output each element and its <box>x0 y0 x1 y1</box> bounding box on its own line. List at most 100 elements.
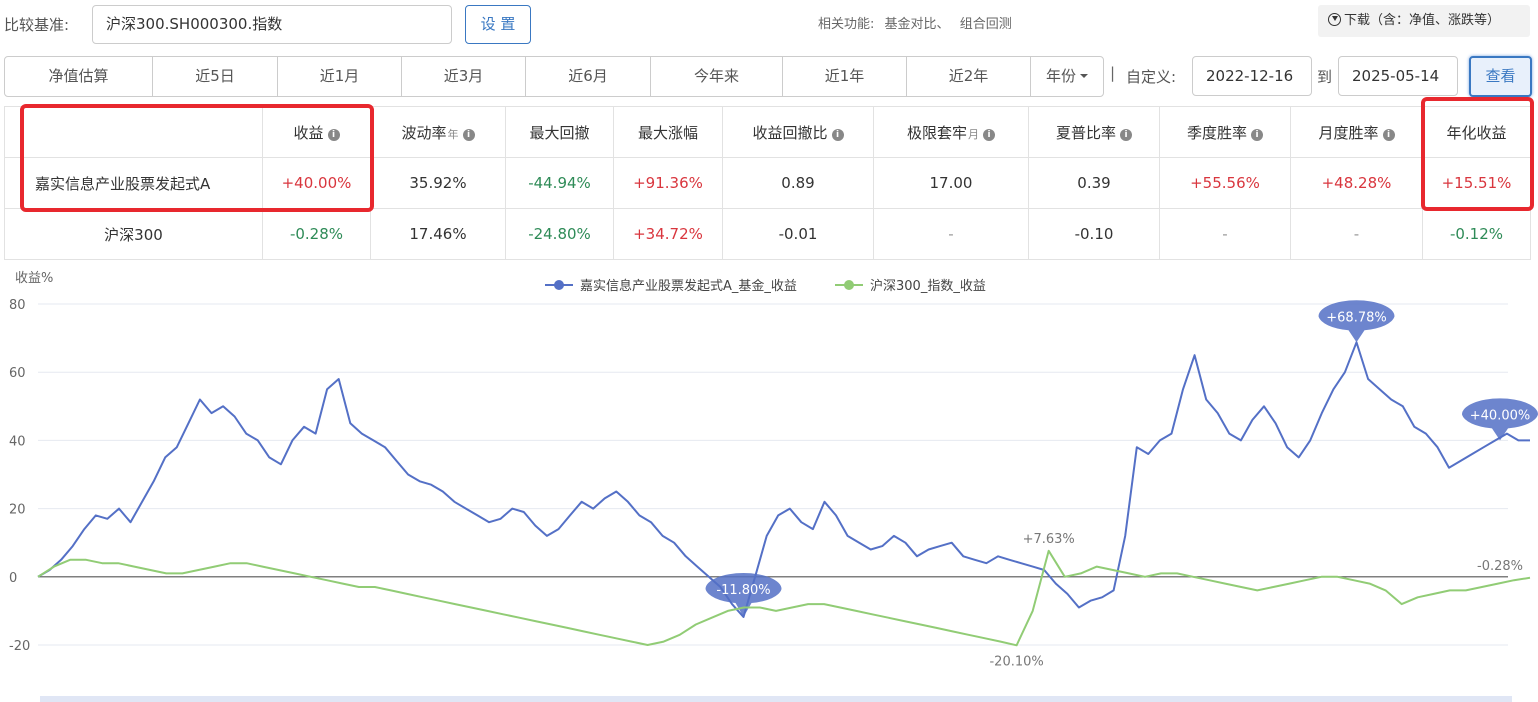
tab-5-days[interactable]: 近5日 <box>153 57 278 96</box>
period-tabs: 净值估算 近5日 近1月 近3月 近6月 今年来 近1年 近2年 年份 <box>4 56 1104 97</box>
stats-header-label: 年化收益 <box>1446 123 1507 142</box>
stats-cell: 17.46% <box>370 208 506 260</box>
stats-corner-cell <box>4 106 263 158</box>
stats-header-label: 季度胜率 <box>1186 123 1247 142</box>
stats-cell: - <box>873 208 1029 260</box>
info-icon[interactable]: i <box>983 128 995 141</box>
info-icon[interactable]: i <box>327 128 340 141</box>
stats-header-label: 收益 <box>293 123 324 142</box>
stats-cell: 0.89 <box>722 157 874 209</box>
marker-label: +40.00% <box>1470 408 1530 423</box>
stats-header-row: 收益 i 波动率年 i 最大回撤 最大涨幅 收益回撤比 i 极限套牢月 i 夏普比率 i 季度胜率 i 月度… <box>4 106 1531 158</box>
tab-1-year[interactable]: 近1年 <box>783 57 907 96</box>
stats-cell: +91.36% <box>613 157 723 209</box>
stats-header-6: 夏普比率 i <box>1028 106 1160 158</box>
stats-header-1: 波动率年 i <box>370 106 506 158</box>
stats-header-label: 最大回撤 <box>529 123 590 142</box>
stats-cell: 35.92% <box>370 157 506 209</box>
y-tick-label: 40 <box>9 434 26 449</box>
stats-cell: - <box>1290 208 1423 260</box>
stats-header-0: 收益 i <box>262 106 371 158</box>
stats-cell: +55.56% <box>1159 157 1291 209</box>
stats-header-unit: 月 <box>968 127 979 141</box>
stats-cell: -0.10 <box>1028 208 1160 260</box>
marker-label: +68.78% <box>1326 310 1386 325</box>
benchmark-input[interactable]: 沪深300.SH000300.指数 <box>92 5 452 44</box>
stats-header-2: 最大回撤 <box>505 106 614 158</box>
set-button[interactable]: 设 置 <box>465 5 531 44</box>
stats-row-fund: 嘉实信息产业股票发起式A +40.00% 35.92% -44.94% +91.36%… <box>4 157 1531 209</box>
tab-3-months[interactable]: 近3月 <box>402 57 526 96</box>
marker-label: -20.10% <box>989 654 1043 669</box>
stats-cell: +48.28% <box>1290 157 1423 209</box>
stats-header-label: 收益回撤比 <box>752 123 828 142</box>
stats-cell: 0.39 <box>1028 157 1160 209</box>
tab-1-month[interactable]: 近1月 <box>278 57 402 96</box>
stats-header-unit: 年 <box>447 127 459 141</box>
stats-cell: -0.12% <box>1422 208 1531 260</box>
info-icon[interactable]: i <box>1120 128 1132 141</box>
stats-header-label: 波动率 <box>401 123 447 142</box>
stats-header-8: 月度胜率 i <box>1290 106 1423 158</box>
stats-cell: -44.94% <box>505 157 614 209</box>
download-label: 下载（含：净值、涨跌等） <box>1344 13 1501 28</box>
stats-header-4: 收益回撤比 i <box>722 106 874 158</box>
download-button[interactable]: 下载（含：净值、涨跌等） <box>1318 5 1530 37</box>
return-chart: 收益% -20 0 20 40 60 80 嘉实信息产业股票发起式A_基金_收益 沪深300_指… <box>0 262 1538 702</box>
end-date-input[interactable]: 2025-05-14 <box>1338 56 1458 96</box>
to-label: 到 <box>1317 68 1333 86</box>
stats-cell: 17.00 <box>873 157 1029 209</box>
download-icon <box>1328 13 1341 26</box>
caret-down-icon <box>1080 74 1088 78</box>
separator: | <box>1110 64 1116 82</box>
stats-cell: -0.28% <box>262 208 371 260</box>
stats-cell: -24.80% <box>505 208 614 260</box>
stats-header-7: 季度胜率 i <box>1159 106 1291 158</box>
y-tick-label: 0 <box>9 571 17 586</box>
stats-header-label: 月度胜率 <box>1318 123 1379 142</box>
legend-label: 嘉实信息产业股票发起式A_基金_收益 <box>580 278 797 294</box>
y-tick-label: 20 <box>9 503 26 518</box>
link-fund-compare[interactable]: 基金对比、 <box>885 17 950 32</box>
stats-row-index: 沪深300 -0.28% 17.46% -24.80% +34.72% -0.01- -0… <box>4 208 1531 260</box>
tab-6-months[interactable]: 近6月 <box>526 57 651 96</box>
stats-header-label: 极限套牢 <box>906 123 967 142</box>
marker-label: -11.80% <box>716 583 770 598</box>
info-icon[interactable]: i <box>1251 128 1263 141</box>
view-button[interactable]: 查看 <box>1469 56 1532 97</box>
marker-label: +7.63% <box>1023 532 1075 547</box>
stats-cell: +15.51% <box>1422 157 1531 209</box>
related-label: 相关功能: <box>818 17 875 32</box>
info-icon[interactable]: i <box>462 128 475 141</box>
stats-table: 收益 i 波动率年 i 最大回撤 最大涨幅 收益回撤比 i 极限套牢月 i 夏普比率 i 季度胜率 i 月度… <box>4 106 1531 260</box>
legend-swatch-dot <box>554 280 564 290</box>
stats-header-label: 最大涨幅 <box>637 123 698 142</box>
benchmark-label: 比较基准: <box>4 16 70 34</box>
stats-header-label: 夏普比率 <box>1055 123 1116 142</box>
y-tick-label: 60 <box>9 366 26 381</box>
stats-cell: -0.01 <box>722 208 874 260</box>
tab-nav-estimate[interactable]: 净值估算 <box>5 57 153 96</box>
zoom-slider-track <box>40 696 1512 702</box>
legend-label: 沪深300_指数_收益 <box>870 278 986 294</box>
link-portfolio-backtest[interactable]: 组合回测 <box>960 17 1012 32</box>
stats-cell: +40.00% <box>262 157 371 209</box>
related-functions: 相关功能: 基金对比、 组合回测 <box>818 13 1018 32</box>
year-dropdown-label: 年份 <box>1045 67 1076 85</box>
marker-label: -0.28% <box>1477 559 1523 574</box>
tab-year-dropdown[interactable]: 年份 <box>1031 57 1103 96</box>
info-icon[interactable]: i <box>831 128 844 141</box>
tab-2-years[interactable]: 近2年 <box>907 57 1031 96</box>
info-icon[interactable]: i <box>1382 128 1395 141</box>
series-line-0 <box>37 341 1530 618</box>
index-name-cell: 沪深300 <box>4 208 263 260</box>
series-line-1 <box>37 549 1531 647</box>
return-chart-svg: 收益% -20 0 20 40 60 80 嘉实信息产业股票发起式A_基金_收益 沪深300_指… <box>9 271 1538 702</box>
start-date-input[interactable]: 2022-12-16 <box>1192 56 1312 96</box>
custom-range-label: 自定义: <box>1126 68 1177 86</box>
stats-cell: - <box>1159 208 1291 260</box>
stats-header-3: 最大涨幅 <box>613 106 723 158</box>
tab-ytd[interactable]: 今年来 <box>651 57 783 96</box>
y-axis-title: 收益% <box>15 271 53 286</box>
fund-name-cell: 嘉实信息产业股票发起式A <box>4 157 263 209</box>
